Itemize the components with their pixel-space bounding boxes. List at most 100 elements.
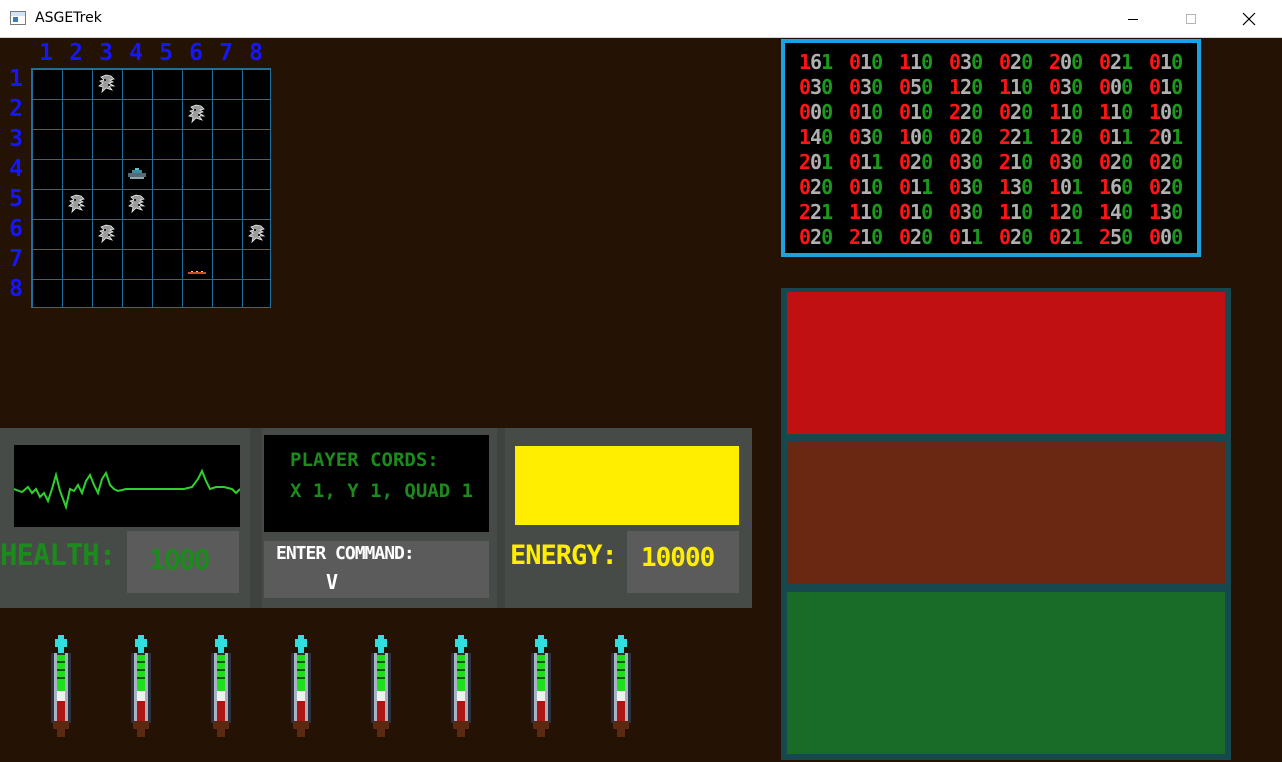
scan-quadrant: 011 <box>899 175 933 199</box>
game-viewport[interactable]: 12345678 12345678 161 010 110 030 020 200 021 0… <box>0 38 1282 762</box>
scan-quadrant: 011 <box>1099 125 1133 149</box>
sector-cell[interactable] <box>122 189 152 219</box>
scan-quadrant: 030 <box>949 175 983 199</box>
scan-quadrant: 210 <box>849 225 883 249</box>
scan-quadrant: 011 <box>949 225 983 249</box>
energy-value-box: 10000 <box>627 531 739 593</box>
scan-quadrant: 030 <box>799 75 833 99</box>
scan-quadrant: 110 <box>999 75 1033 99</box>
window-title: ASGETrek <box>35 10 102 26</box>
energy-bar <box>515 446 739 525</box>
coords-screen: PLAYER CORDS: X 1, Y 1, QUAD 1 <box>264 435 489 532</box>
scan-quadrant: 030 <box>1049 75 1083 99</box>
scan-quadrant: 011 <box>849 150 883 174</box>
status-panel-red <box>787 292 1225 434</box>
scan-quadrant: 220 <box>949 100 983 124</box>
scan-quadrant: 000 <box>1149 225 1183 249</box>
scan-quadrant: 020 <box>799 225 833 249</box>
scan-quadrant: 010 <box>899 100 933 124</box>
scan-quadrant: 030 <box>1049 150 1083 174</box>
scan-quadrant: 030 <box>849 75 883 99</box>
minimize-button[interactable] <box>1110 0 1156 37</box>
scan-quadrant: 130 <box>999 175 1033 199</box>
column-label: 7 <box>219 40 233 66</box>
sector-cell[interactable] <box>182 99 212 129</box>
scan-quadrant: 030 <box>949 200 983 224</box>
scan-quadrant: 020 <box>1149 150 1183 174</box>
sector-cell[interactable] <box>62 189 92 219</box>
sector-cell[interactable] <box>182 249 212 279</box>
sector-cell[interactable] <box>122 159 152 189</box>
scan-quadrant: 140 <box>799 125 833 149</box>
scan-quadrant: 020 <box>1099 150 1133 174</box>
scan-quadrant: 020 <box>999 100 1033 124</box>
scan-quadrant: 140 <box>1099 200 1133 224</box>
column-label: 6 <box>189 40 203 66</box>
scan-quadrant: 130 <box>1149 200 1183 224</box>
scan-quadrant: 020 <box>799 175 833 199</box>
sector-grid[interactable] <box>31 68 271 308</box>
alien-icon <box>98 224 116 244</box>
command-label: ENTER COMMAND: <box>276 543 415 564</box>
command-input-box[interactable]: ENTER COMMAND: V <box>264 541 489 598</box>
scan-quadrant: 010 <box>1149 75 1183 99</box>
ship-console: HEALTH: 1000 PLAYER CORDS: X 1, Y 1, QUA… <box>0 428 752 608</box>
scan-quadrant: 100 <box>899 125 933 149</box>
sector-cell[interactable] <box>92 69 122 99</box>
scan-quadrant: 120 <box>949 75 983 99</box>
scan-quadrant: 030 <box>949 150 983 174</box>
column-label: 8 <box>249 40 263 66</box>
sector-cell[interactable] <box>92 219 122 249</box>
scan-quadrant: 120 <box>1049 200 1083 224</box>
close-button[interactable] <box>1226 0 1272 37</box>
scan-quadrant: 221 <box>799 200 833 224</box>
scan-quadrant: 161 <box>799 50 833 74</box>
torpedo-icon <box>527 635 555 737</box>
sector-cell[interactable] <box>242 219 272 249</box>
scan-quadrant: 210 <box>999 150 1033 174</box>
scan-quadrant: 020 <box>899 150 933 174</box>
scan-quadrant: 100 <box>1149 100 1183 124</box>
scan-quadrant: 201 <box>1149 125 1183 149</box>
column-label: 4 <box>129 40 143 66</box>
scan-quadrant: 160 <box>1099 175 1133 199</box>
console-divider <box>250 428 262 608</box>
health-value-box: 1000 <box>127 531 239 593</box>
health-label: HEALTH: <box>0 538 116 572</box>
scan-quadrant: 010 <box>849 175 883 199</box>
close-icon <box>1242 12 1256 25</box>
torpedo-icon <box>447 635 475 737</box>
energy-value: 10000 <box>641 543 715 573</box>
scan-quadrant: 201 <box>799 150 833 174</box>
row-label: 3 <box>9 126 23 152</box>
scan-quadrant: 021 <box>1099 50 1133 74</box>
status-panel-green <box>787 592 1225 754</box>
command-input[interactable]: V <box>326 570 338 594</box>
heartbeat-monitor <box>13 445 241 527</box>
row-label: 5 <box>9 186 23 212</box>
scan-quadrant: 020 <box>949 125 983 149</box>
column-label: 2 <box>69 40 83 66</box>
scan-quadrant: 110 <box>1049 100 1083 124</box>
scan-quadrant: 021 <box>1049 225 1083 249</box>
scan-quadrant: 030 <box>849 125 883 149</box>
torpedo-icon <box>47 635 75 737</box>
starbase-icon <box>188 261 206 274</box>
maximize-button[interactable] <box>1168 0 1214 37</box>
status-panel-brown <box>787 442 1225 584</box>
scan-quadrant: 010 <box>899 200 933 224</box>
scan-quadrant: 101 <box>1049 175 1083 199</box>
alien-icon <box>248 224 266 244</box>
torpedo-icon <box>127 635 155 737</box>
scan-quadrant: 200 <box>1049 50 1083 74</box>
scan-quadrant: 010 <box>1149 50 1183 74</box>
torpedo-icon <box>207 635 235 737</box>
scan-quadrant: 020 <box>1149 175 1183 199</box>
scan-quadrant: 010 <box>849 50 883 74</box>
alien-icon <box>128 194 146 214</box>
scan-quadrant: 250 <box>1099 225 1133 249</box>
alien-icon <box>98 74 116 94</box>
scan-quadrant: 110 <box>849 200 883 224</box>
torpedo-icon <box>367 635 395 737</box>
row-label: 8 <box>9 276 23 302</box>
